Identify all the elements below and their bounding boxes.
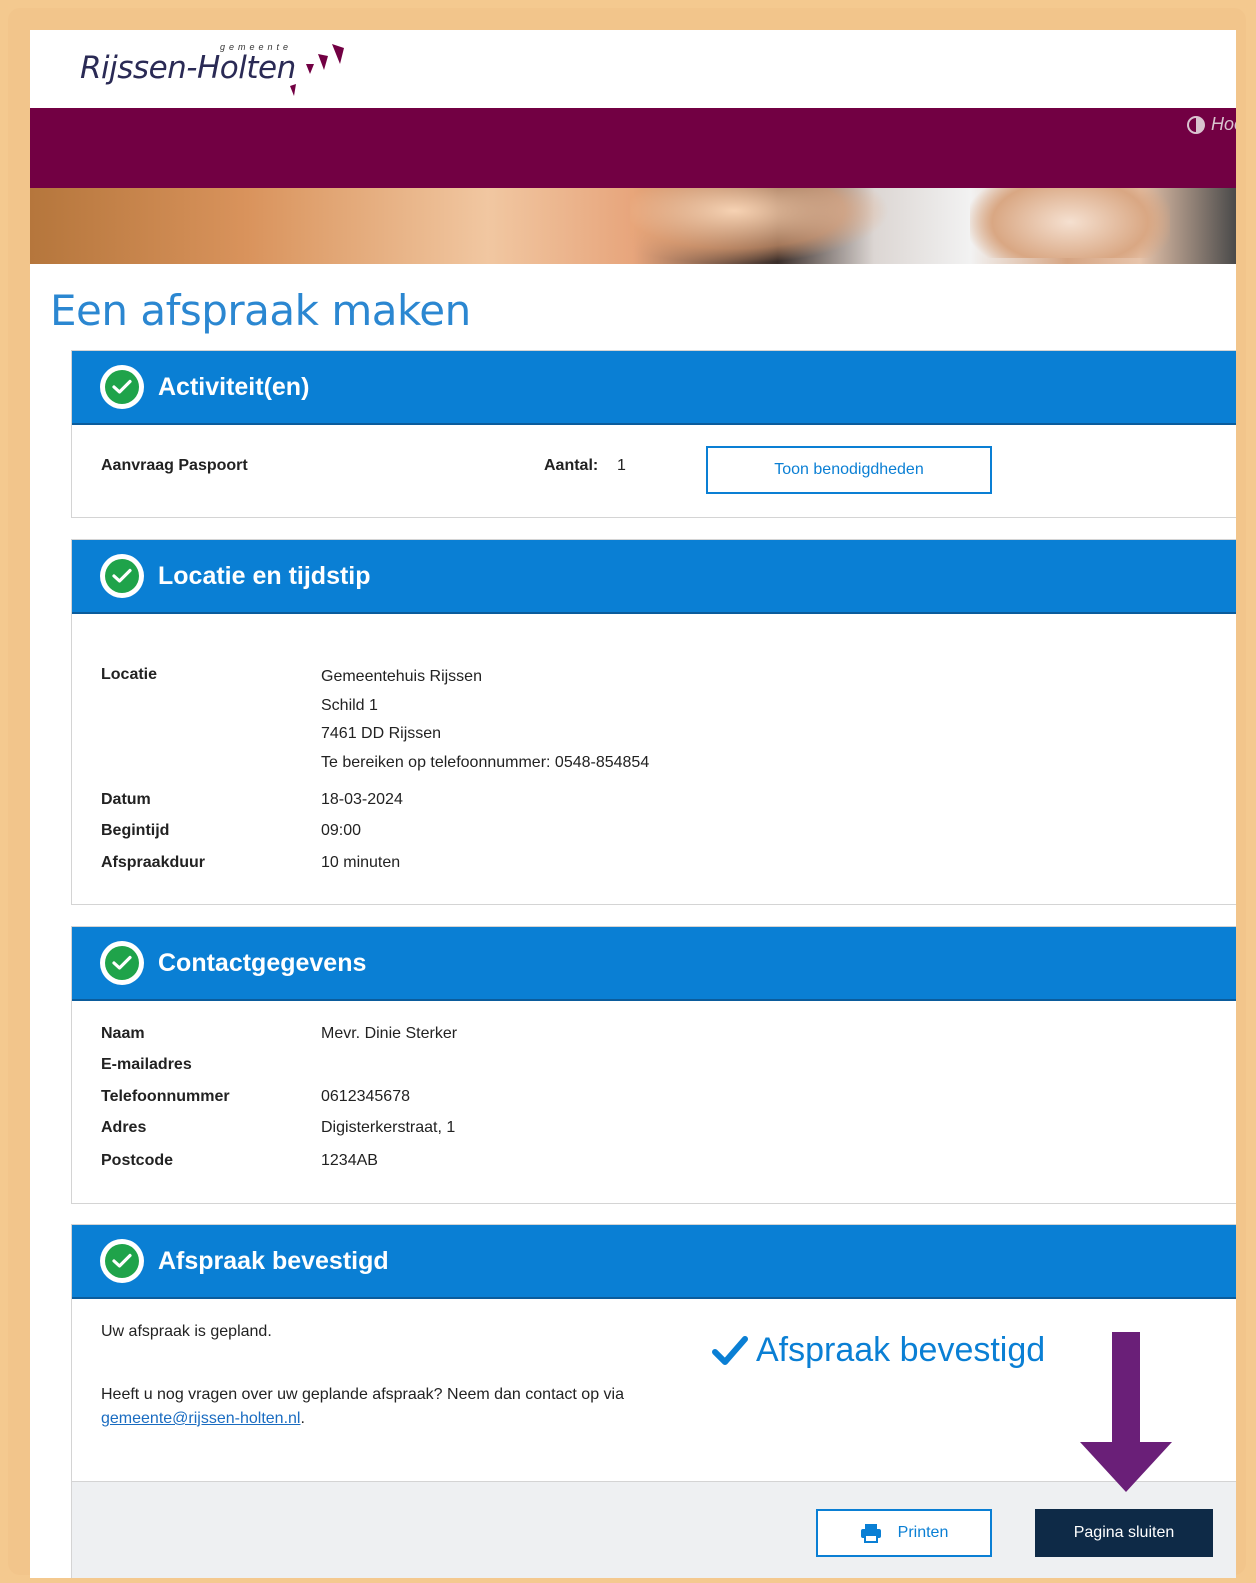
address-value: Digisterkerstraat, 1 (321, 1119, 456, 1136)
close-page-button[interactable]: Pagina sluiten (1035, 1509, 1213, 1557)
address-label: Adres (101, 1119, 147, 1136)
page: gemeente Rijssen-Holten Hoo Een afsp (30, 30, 1236, 1578)
activities-header: Activiteit(en) (72, 351, 1236, 425)
location-line: Gemeentehuis Rijssen (321, 668, 482, 685)
date-value: 18-03-2024 (321, 791, 403, 808)
show-requirements-button[interactable]: Toon benodigdheden (706, 446, 992, 494)
location-section: Locatie en tijdstip Locatie Gemeentehuis… (71, 539, 1236, 905)
date-label: Datum (101, 791, 151, 808)
print-button-label: Printen (897, 1524, 949, 1541)
activities-section: Activiteit(en) Aanvraag Paspoort Aantal:… (71, 350, 1236, 518)
location-line: Te bereiken op telefoonnummer: 0548-8548… (321, 754, 650, 771)
action-bar: Printen Pagina sluiten (72, 1481, 1236, 1578)
start-time-label: Begintijd (101, 822, 170, 839)
logo-text: Rijssen-Holten (80, 50, 296, 86)
name-label: Naam (101, 1025, 145, 1042)
location-title: Locatie en tijdstip (158, 561, 371, 590)
checkmark-icon (712, 1335, 748, 1365)
planned-text: Uw afspraak is gepland. (101, 1323, 272, 1340)
printer-icon (860, 1524, 881, 1543)
contrast-icon (1186, 115, 1205, 134)
logo-bar: gemeente Rijssen-Holten (30, 30, 1236, 108)
contrast-toggle[interactable]: Hoo (1186, 114, 1236, 135)
confirmed-badge-text: Afspraak bevestigd (756, 1331, 1046, 1369)
confirmation-section: Afspraak bevestigd Uw afspraak is geplan… (71, 1224, 1236, 1578)
contact-section: Contactgegevens Naam Mevr. Dinie Sterker… (71, 926, 1236, 1204)
activities-title: Activiteit(en) (158, 372, 310, 401)
page-title: Een afspraak maken (50, 286, 471, 335)
hero-shade (630, 188, 890, 264)
phone-label: Telefoonnummer (101, 1088, 230, 1105)
confirmation-title: Afspraak bevestigd (158, 1246, 389, 1275)
location-label: Locatie (101, 666, 158, 683)
hero-image (30, 188, 1236, 264)
count-value: 1 (617, 457, 626, 474)
arrow-down-icon (1080, 1332, 1172, 1492)
duration-value: 10 minuten (321, 854, 401, 871)
question-text: Heeft u nog vragen over uw geplande afsp… (101, 1386, 624, 1403)
name-value: Mevr. Dinie Sterker (321, 1025, 458, 1042)
location-line: Schild 1 (321, 697, 378, 714)
check-circle-icon (100, 941, 144, 985)
logo-mark-icon (290, 44, 344, 96)
contact-email-link[interactable]: gemeente@rijssen-holten.nl (101, 1410, 300, 1427)
check-circle-icon (100, 554, 144, 598)
email-line: gemeente@rijssen-holten.nl. (101, 1410, 305, 1428)
screenshot-frame: gemeente Rijssen-Holten Hoo Een afsp (8, 8, 1246, 1578)
count-label: Aantal: (544, 457, 599, 474)
activity-name: Aanvraag Paspoort (101, 457, 248, 474)
navbar: Hoo (30, 108, 1236, 188)
start-time-value: 09:00 (321, 822, 362, 839)
print-button[interactable]: Printen (816, 1509, 992, 1557)
duration-label: Afspraakduur (101, 854, 206, 871)
confirmed-badge: Afspraak bevestigd (712, 1331, 1045, 1370)
phone-value: 0612345678 (321, 1088, 410, 1105)
check-circle-icon (100, 365, 144, 409)
location-header: Locatie en tijdstip (72, 540, 1236, 614)
confirmation-header: Afspraak bevestigd (72, 1225, 1236, 1299)
logo[interactable]: gemeente Rijssen-Holten (80, 42, 350, 104)
contact-header: Contactgegevens (72, 927, 1236, 1001)
check-circle-icon (100, 1239, 144, 1283)
contrast-label: Hoo (1210, 114, 1236, 134)
postcode-label: Postcode (101, 1152, 174, 1169)
hero-shade (970, 188, 1170, 258)
location-line: 7461 DD Rijssen (321, 725, 442, 742)
email-period: . (300, 1410, 305, 1427)
contact-title: Contactgegevens (158, 948, 367, 977)
postcode-value: 1234AB (321, 1152, 378, 1169)
email-label: E-mailadres (101, 1056, 192, 1073)
